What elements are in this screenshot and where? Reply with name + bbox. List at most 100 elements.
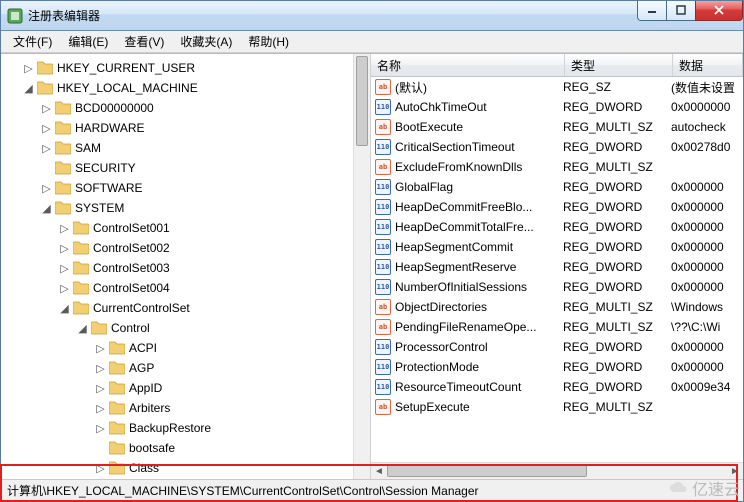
value-row[interactable]: 110CriticalSectionTimeoutREG_DWORD0x0027… — [371, 137, 743, 157]
menu-favorites[interactable]: 收藏夹(A) — [172, 31, 240, 52]
value-row[interactable]: 110GlobalFlagREG_DWORD0x000000 — [371, 177, 743, 197]
tree-node[interactable]: ▷ControlSet001 — [3, 218, 351, 238]
menu-file[interactable]: 文件(F) — [5, 31, 60, 52]
no-expand — [95, 443, 106, 454]
folder-icon — [109, 361, 125, 375]
menu-view[interactable]: 查看(V) — [116, 31, 172, 52]
expand-icon[interactable]: ▷ — [95, 383, 106, 394]
tree-node[interactable]: ◢Control — [3, 318, 351, 338]
value-data: 0x000000 — [671, 240, 743, 254]
expand-icon[interactable]: ▷ — [41, 123, 52, 134]
tree-node[interactable]: ▷AppID — [3, 378, 351, 398]
tree-node[interactable]: ▷SAM — [3, 138, 351, 158]
collapse-icon[interactable]: ◢ — [41, 203, 52, 214]
tree-node-label: ControlSet003 — [93, 261, 170, 275]
tree-node[interactable]: ▷HKEY_CURRENT_USER — [3, 58, 351, 78]
value-row[interactable]: 110ResourceTimeoutCountREG_DWORD0x0009e3… — [371, 377, 743, 397]
tree-node[interactable]: ▷Arbiters — [3, 398, 351, 418]
expand-icon[interactable]: ▷ — [59, 243, 70, 254]
values-list[interactable]: ab(默认)REG_SZ(数值未设置110AutoChkTimeOutREG_D… — [371, 77, 743, 462]
close-button[interactable] — [695, 1, 743, 21]
close-icon — [714, 5, 724, 15]
expand-icon[interactable]: ▷ — [95, 343, 106, 354]
window-buttons — [638, 1, 743, 21]
value-row[interactable]: 110ProcessorControlREG_DWORD0x000000 — [371, 337, 743, 357]
value-row[interactable]: abExcludeFromKnownDllsREG_MULTI_SZ — [371, 157, 743, 177]
expand-icon[interactable]: ▷ — [95, 403, 106, 414]
titlebar[interactable]: 注册表编辑器 — [1, 1, 743, 31]
key-tree[interactable]: ▷HKEY_CURRENT_USER◢HKEY_LOCAL_MACHINE▷BC… — [1, 54, 353, 479]
value-data: 0x000000 — [671, 200, 743, 214]
collapse-icon[interactable]: ◢ — [23, 83, 34, 94]
value-data: 0x00278d0 — [671, 140, 743, 154]
value-data: \??\C:\Wi — [671, 320, 743, 334]
tree-node[interactable]: ▷BackupRestore — [3, 418, 351, 438]
value-row[interactable]: 110HeapSegmentCommitREG_DWORD0x000000 — [371, 237, 743, 257]
expand-icon[interactable]: ▷ — [95, 463, 106, 474]
expand-icon[interactable]: ▷ — [59, 263, 70, 274]
tree-node[interactable]: ▷ ControlSet003 — [3, 258, 351, 278]
value-row[interactable]: abSetupExecuteREG_MULTI_SZ — [371, 397, 743, 417]
maximize-button[interactable] — [666, 1, 696, 21]
expand-icon[interactable]: ▷ — [41, 103, 52, 114]
folder-icon — [109, 441, 125, 455]
scroll-right-icon[interactable]: ► — [727, 463, 743, 479]
value-name: HeapDeCommitTotalFre... — [395, 220, 563, 234]
value-row[interactable]: 110NumberOfInitialSessionsREG_DWORD0x000… — [371, 277, 743, 297]
tree-node[interactable]: ▷ControlSet004 — [3, 278, 351, 298]
value-row[interactable]: 110HeapDeCommitTotalFre...REG_DWORD0x000… — [371, 217, 743, 237]
value-name: CriticalSectionTimeout — [395, 140, 563, 154]
tree-node[interactable]: bootsafe — [3, 438, 351, 458]
expand-icon[interactable]: ▷ — [41, 183, 52, 194]
value-row[interactable]: ab(默认)REG_SZ(数值未设置 — [371, 77, 743, 97]
expand-icon[interactable]: ▷ — [23, 63, 34, 74]
no-expand — [41, 163, 52, 174]
tree-node[interactable]: ▷ AGP — [3, 358, 351, 378]
hscroll-thumb[interactable] — [387, 465, 587, 477]
collapse-icon[interactable]: ◢ — [59, 303, 70, 314]
tree-node[interactable]: ◢HKEY_LOCAL_MACHINE — [3, 78, 351, 98]
col-data[interactable]: 数据 — [673, 54, 743, 76]
minimize-button[interactable] — [637, 1, 667, 21]
value-name: AutoChkTimeOut — [395, 100, 563, 114]
tree-node[interactable]: ▷BCD00000000 — [3, 98, 351, 118]
tree-scrollbar[interactable] — [353, 54, 370, 479]
dword-value-icon: 110 — [375, 339, 391, 355]
value-name: BootExecute — [395, 120, 563, 134]
value-row[interactable]: 110AutoChkTimeOutREG_DWORD0x0000000 — [371, 97, 743, 117]
value-row[interactable]: abPendingFileRenameOpe...REG_MULTI_SZ\??… — [371, 317, 743, 337]
tree-node[interactable]: ◢SYSTEM — [3, 198, 351, 218]
value-row[interactable]: abObjectDirectoriesREG_MULTI_SZ\Windows — [371, 297, 743, 317]
value-row[interactable]: 110ProtectionModeREG_DWORD0x000000 — [371, 357, 743, 377]
value-type: REG_DWORD — [563, 340, 671, 354]
value-row[interactable]: abBootExecuteREG_MULTI_SZautocheck — [371, 117, 743, 137]
tree-node[interactable]: SECURITY — [3, 158, 351, 178]
tree-node[interactable]: ▷HARDWARE — [3, 118, 351, 138]
tree-node[interactable]: ▷ACPI — [3, 338, 351, 358]
expand-icon[interactable]: ▷ — [41, 143, 52, 154]
scrollbar-thumb[interactable] — [356, 56, 368, 146]
menu-help[interactable]: 帮助(H) — [240, 31, 297, 52]
tree-node-label: AGP — [129, 361, 154, 375]
menu-edit[interactable]: 编辑(E) — [60, 31, 116, 52]
tree-pane: ▷HKEY_CURRENT_USER◢HKEY_LOCAL_MACHINE▷BC… — [1, 54, 371, 479]
scroll-left-icon[interactable]: ◄ — [371, 463, 387, 479]
tree-node[interactable]: ▷ControlSet002 — [3, 238, 351, 258]
col-type[interactable]: 类型 — [565, 54, 673, 76]
tree-node[interactable]: ◢CurrentControlSet — [3, 298, 351, 318]
folder-icon — [109, 401, 125, 415]
value-row[interactable]: 110HeapSegmentReserveREG_DWORD0x000000 — [371, 257, 743, 277]
value-name: HeapSegmentCommit — [395, 240, 563, 254]
tree-node[interactable]: ▷Class — [3, 458, 351, 478]
expand-icon[interactable]: ▷ — [95, 363, 106, 374]
collapse-icon[interactable]: ◢ — [77, 323, 88, 334]
values-hscrollbar[interactable]: ◄ ► — [371, 462, 743, 479]
col-name[interactable]: 名称 — [371, 54, 565, 76]
expand-icon[interactable]: ▷ — [59, 223, 70, 234]
expand-icon[interactable]: ▷ — [95, 423, 106, 434]
value-row[interactable]: 110HeapDeCommitFreeBlo...REG_DWORD0x0000… — [371, 197, 743, 217]
tree-node[interactable]: ▷SOFTWARE — [3, 178, 351, 198]
string-value-icon: ab — [375, 399, 391, 415]
expand-icon[interactable]: ▷ — [59, 283, 70, 294]
value-name: GlobalFlag — [395, 180, 563, 194]
